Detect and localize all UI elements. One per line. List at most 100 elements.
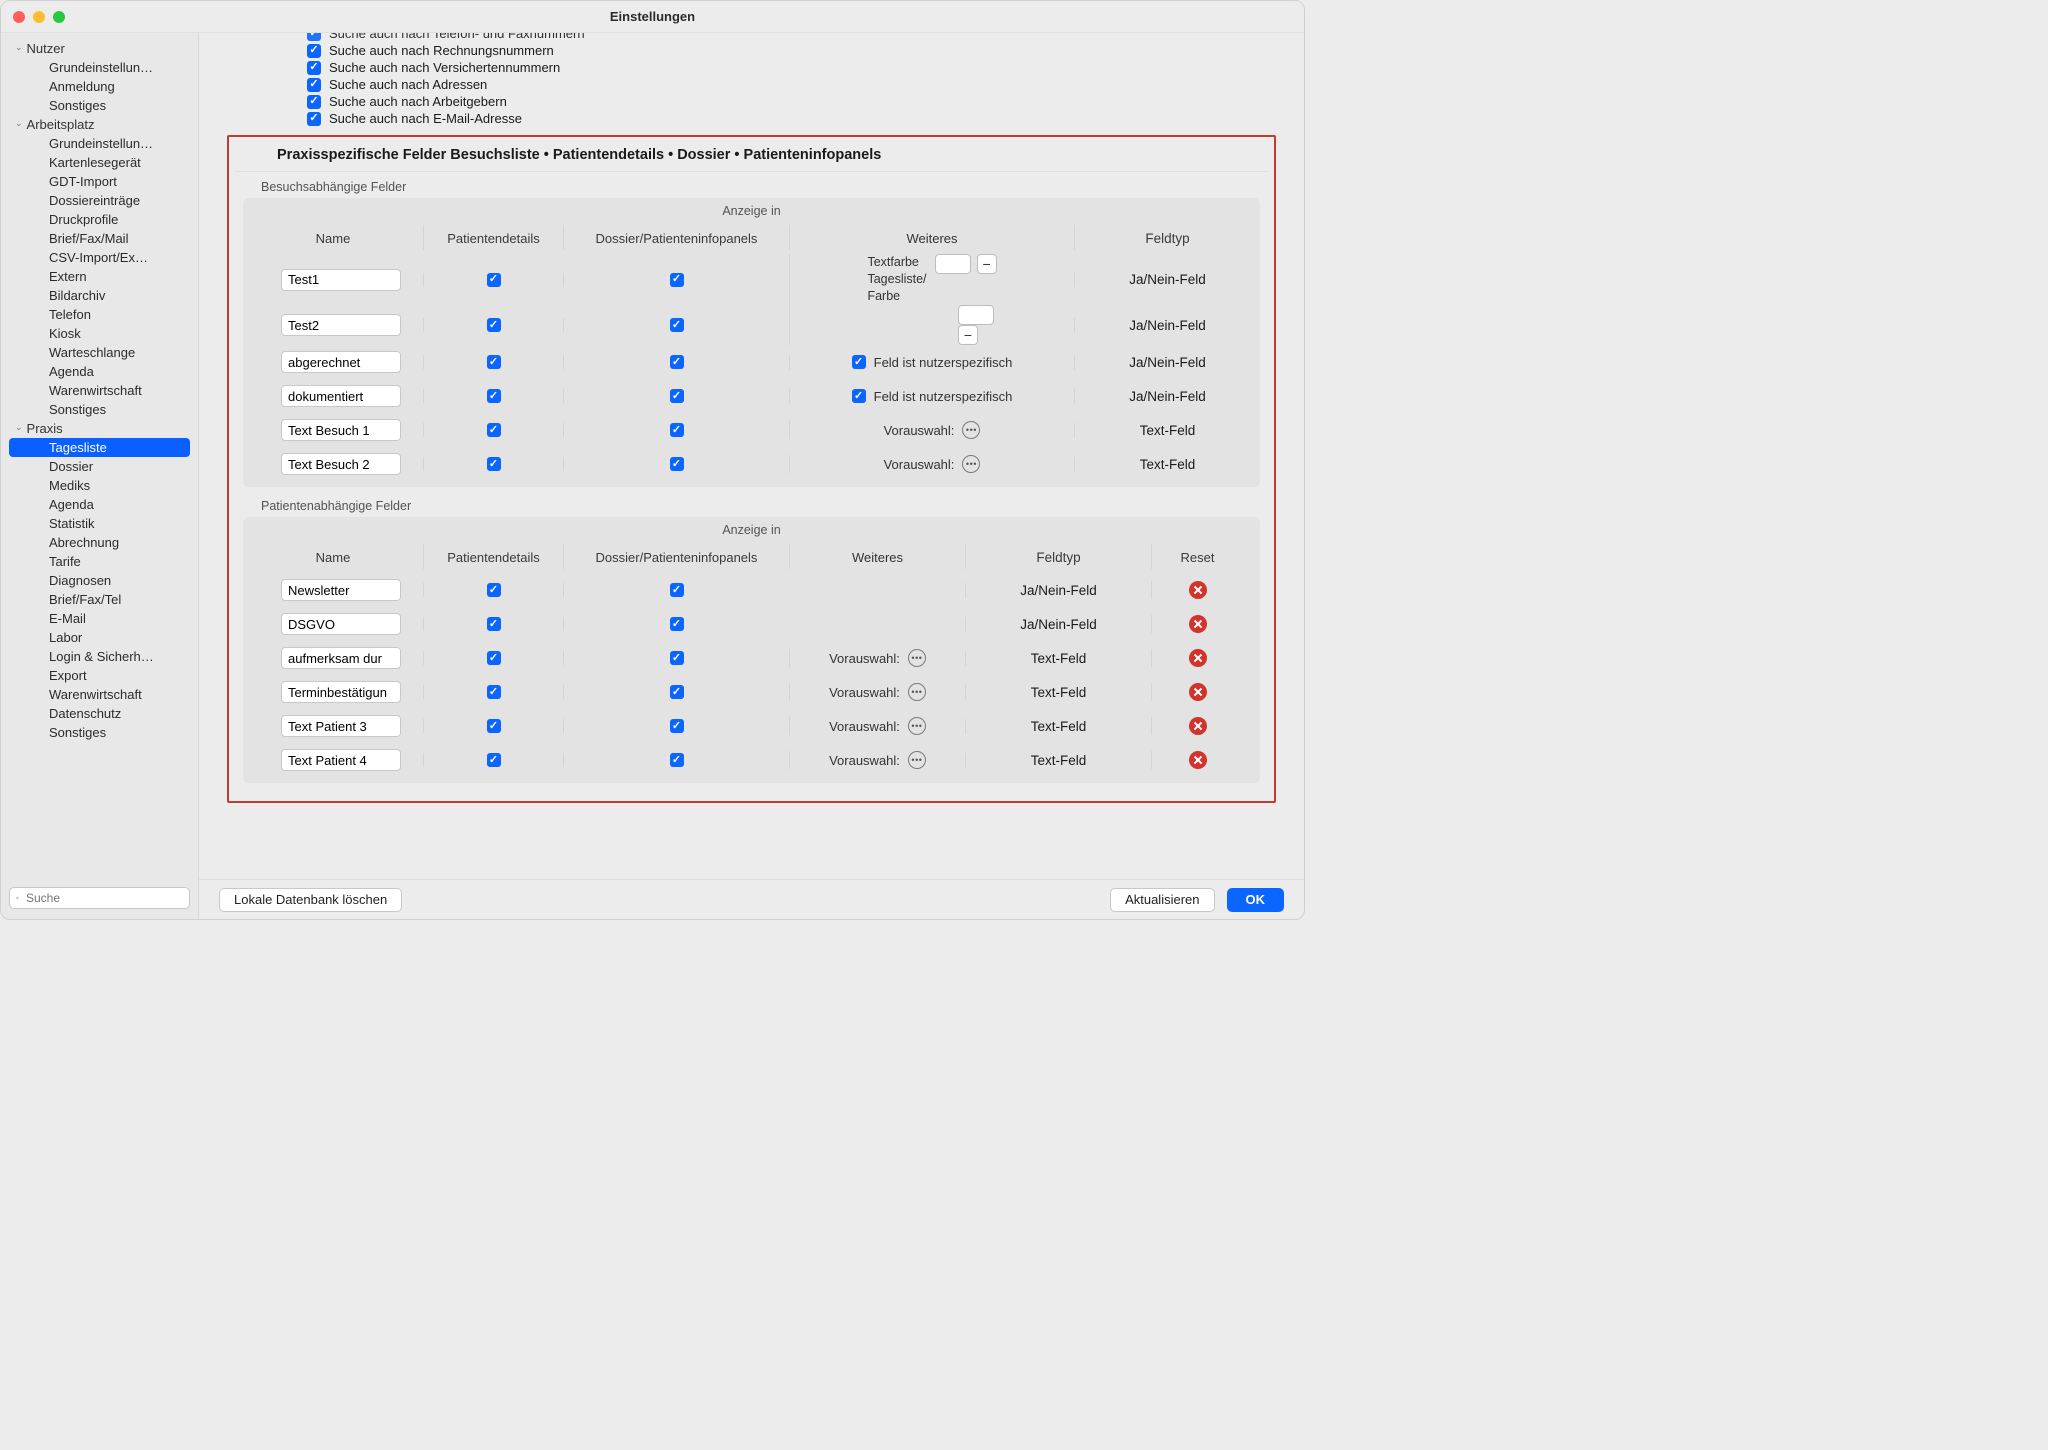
- sidebar-item[interactable]: Abrechnung: [1, 533, 198, 552]
- checkbox[interactable]: [487, 457, 501, 471]
- checkbox[interactable]: [670, 719, 684, 733]
- sidebar-item[interactable]: Agenda: [1, 362, 198, 381]
- field-name-input[interactable]: [281, 351, 401, 373]
- ellipsis-icon[interactable]: •••: [908, 717, 926, 735]
- sidebar-item[interactable]: Warenwirtschaft: [1, 381, 198, 400]
- settings-tree[interactable]: ⌄NutzerGrundeinstellun…AnmeldungSonstige…: [1, 33, 198, 881]
- tree-group[interactable]: ⌄Nutzer: [1, 39, 198, 58]
- sidebar-item[interactable]: Anmeldung: [1, 77, 198, 96]
- remove-color-button[interactable]: −: [977, 254, 997, 274]
- checkbox[interactable]: [307, 33, 321, 41]
- checkbox[interactable]: [670, 423, 684, 437]
- sidebar-item[interactable]: Mediks: [1, 476, 198, 495]
- sidebar-item[interactable]: Sonstiges: [1, 723, 198, 742]
- reset-button[interactable]: [1189, 683, 1207, 701]
- field-name-input[interactable]: [281, 269, 401, 291]
- checkbox[interactable]: [670, 457, 684, 471]
- remove-color-button[interactable]: −: [958, 325, 978, 345]
- sidebar-item[interactable]: Diagnosen: [1, 571, 198, 590]
- ellipsis-icon[interactable]: •••: [962, 455, 980, 473]
- checkbox[interactable]: [852, 389, 866, 403]
- checkbox[interactable]: [487, 617, 501, 631]
- reset-button[interactable]: [1189, 581, 1207, 599]
- checkbox[interactable]: [487, 651, 501, 665]
- sidebar-item[interactable]: Dossier: [1, 457, 198, 476]
- sidebar-item[interactable]: CSV-Import/Ex…: [1, 248, 198, 267]
- checkbox[interactable]: [487, 753, 501, 767]
- field-name-input[interactable]: [281, 715, 401, 737]
- sidebar-item[interactable]: Warteschlange: [1, 343, 198, 362]
- ellipsis-icon[interactable]: •••: [908, 683, 926, 701]
- reset-button[interactable]: [1189, 751, 1207, 769]
- sidebar-item[interactable]: GDT-Import: [1, 172, 198, 191]
- sidebar-item[interactable]: Kiosk: [1, 324, 198, 343]
- ellipsis-icon[interactable]: •••: [908, 649, 926, 667]
- checkbox[interactable]: [670, 651, 684, 665]
- field-name-input[interactable]: [281, 647, 401, 669]
- checkbox[interactable]: [487, 273, 501, 287]
- reset-button[interactable]: [1189, 649, 1207, 667]
- sidebar-item[interactable]: Dossiereinträge: [1, 191, 198, 210]
- field-name-input[interactable]: [281, 453, 401, 475]
- checkbox[interactable]: [487, 685, 501, 699]
- checkbox[interactable]: [487, 389, 501, 403]
- reset-button[interactable]: [1189, 615, 1207, 633]
- checkbox[interactable]: [670, 273, 684, 287]
- sidebar-item[interactable]: E-Mail: [1, 609, 198, 628]
- field-name-input[interactable]: [281, 749, 401, 771]
- ellipsis-icon[interactable]: •••: [962, 421, 980, 439]
- reset-button[interactable]: [1189, 717, 1207, 735]
- checkbox[interactable]: [307, 61, 321, 75]
- sidebar-item[interactable]: Tarife: [1, 552, 198, 571]
- checkbox[interactable]: [307, 44, 321, 58]
- checkbox[interactable]: [670, 318, 684, 332]
- checkbox[interactable]: [670, 685, 684, 699]
- sidebar-item[interactable]: Sonstiges: [1, 96, 198, 115]
- sidebar-item[interactable]: Labor: [1, 628, 198, 647]
- ellipsis-icon[interactable]: •••: [908, 751, 926, 769]
- sidebar-item[interactable]: Tagesliste: [9, 438, 190, 457]
- sidebar-item[interactable]: Extern: [1, 267, 198, 286]
- search-input[interactable]: [24, 890, 183, 906]
- checkbox[interactable]: [307, 112, 321, 126]
- sidebar-item[interactable]: Brief/Fax/Tel: [1, 590, 198, 609]
- sidebar-item[interactable]: Grundeinstellun…: [1, 58, 198, 77]
- color-swatch[interactable]: [958, 305, 994, 325]
- sidebar-item[interactable]: Brief/Fax/Mail: [1, 229, 198, 248]
- checkbox[interactable]: [487, 318, 501, 332]
- sidebar-item[interactable]: Druckprofile: [1, 210, 198, 229]
- delete-local-db-button[interactable]: Lokale Datenbank löschen: [219, 888, 402, 912]
- checkbox[interactable]: [670, 355, 684, 369]
- checkbox[interactable]: [670, 583, 684, 597]
- tree-group[interactable]: ⌄Praxis: [1, 419, 198, 438]
- sidebar-item[interactable]: Bildarchiv: [1, 286, 198, 305]
- sidebar-item[interactable]: Login & Sicherh…: [1, 647, 198, 666]
- field-name-input[interactable]: [281, 613, 401, 635]
- checkbox[interactable]: [487, 423, 501, 437]
- sidebar-item[interactable]: Sonstiges: [1, 400, 198, 419]
- checkbox[interactable]: [487, 719, 501, 733]
- sidebar-item[interactable]: Grundeinstellun…: [1, 134, 198, 153]
- sidebar-item[interactable]: Warenwirtschaft: [1, 685, 198, 704]
- field-name-input[interactable]: [281, 314, 401, 336]
- checkbox[interactable]: [307, 95, 321, 109]
- sidebar-item[interactable]: Telefon: [1, 305, 198, 324]
- field-name-input[interactable]: [281, 681, 401, 703]
- checkbox[interactable]: [670, 753, 684, 767]
- color-swatch[interactable]: [935, 254, 971, 274]
- sidebar-item[interactable]: Kartenlesegerät: [1, 153, 198, 172]
- content-area[interactable]: Suche auch nach Telefon- und FaxnummernS…: [199, 33, 1304, 879]
- checkbox[interactable]: [852, 355, 866, 369]
- sidebar-item[interactable]: Agenda: [1, 495, 198, 514]
- sidebar-item[interactable]: Statistik: [1, 514, 198, 533]
- checkbox[interactable]: [307, 78, 321, 92]
- sidebar-search[interactable]: [9, 887, 190, 909]
- field-name-input[interactable]: [281, 385, 401, 407]
- checkbox[interactable]: [487, 355, 501, 369]
- tree-group[interactable]: ⌄Arbeitsplatz: [1, 115, 198, 134]
- ok-button[interactable]: OK: [1227, 888, 1285, 912]
- checkbox[interactable]: [670, 617, 684, 631]
- field-name-input[interactable]: [281, 579, 401, 601]
- refresh-button[interactable]: Aktualisieren: [1110, 888, 1214, 912]
- sidebar-item[interactable]: Export: [1, 666, 198, 685]
